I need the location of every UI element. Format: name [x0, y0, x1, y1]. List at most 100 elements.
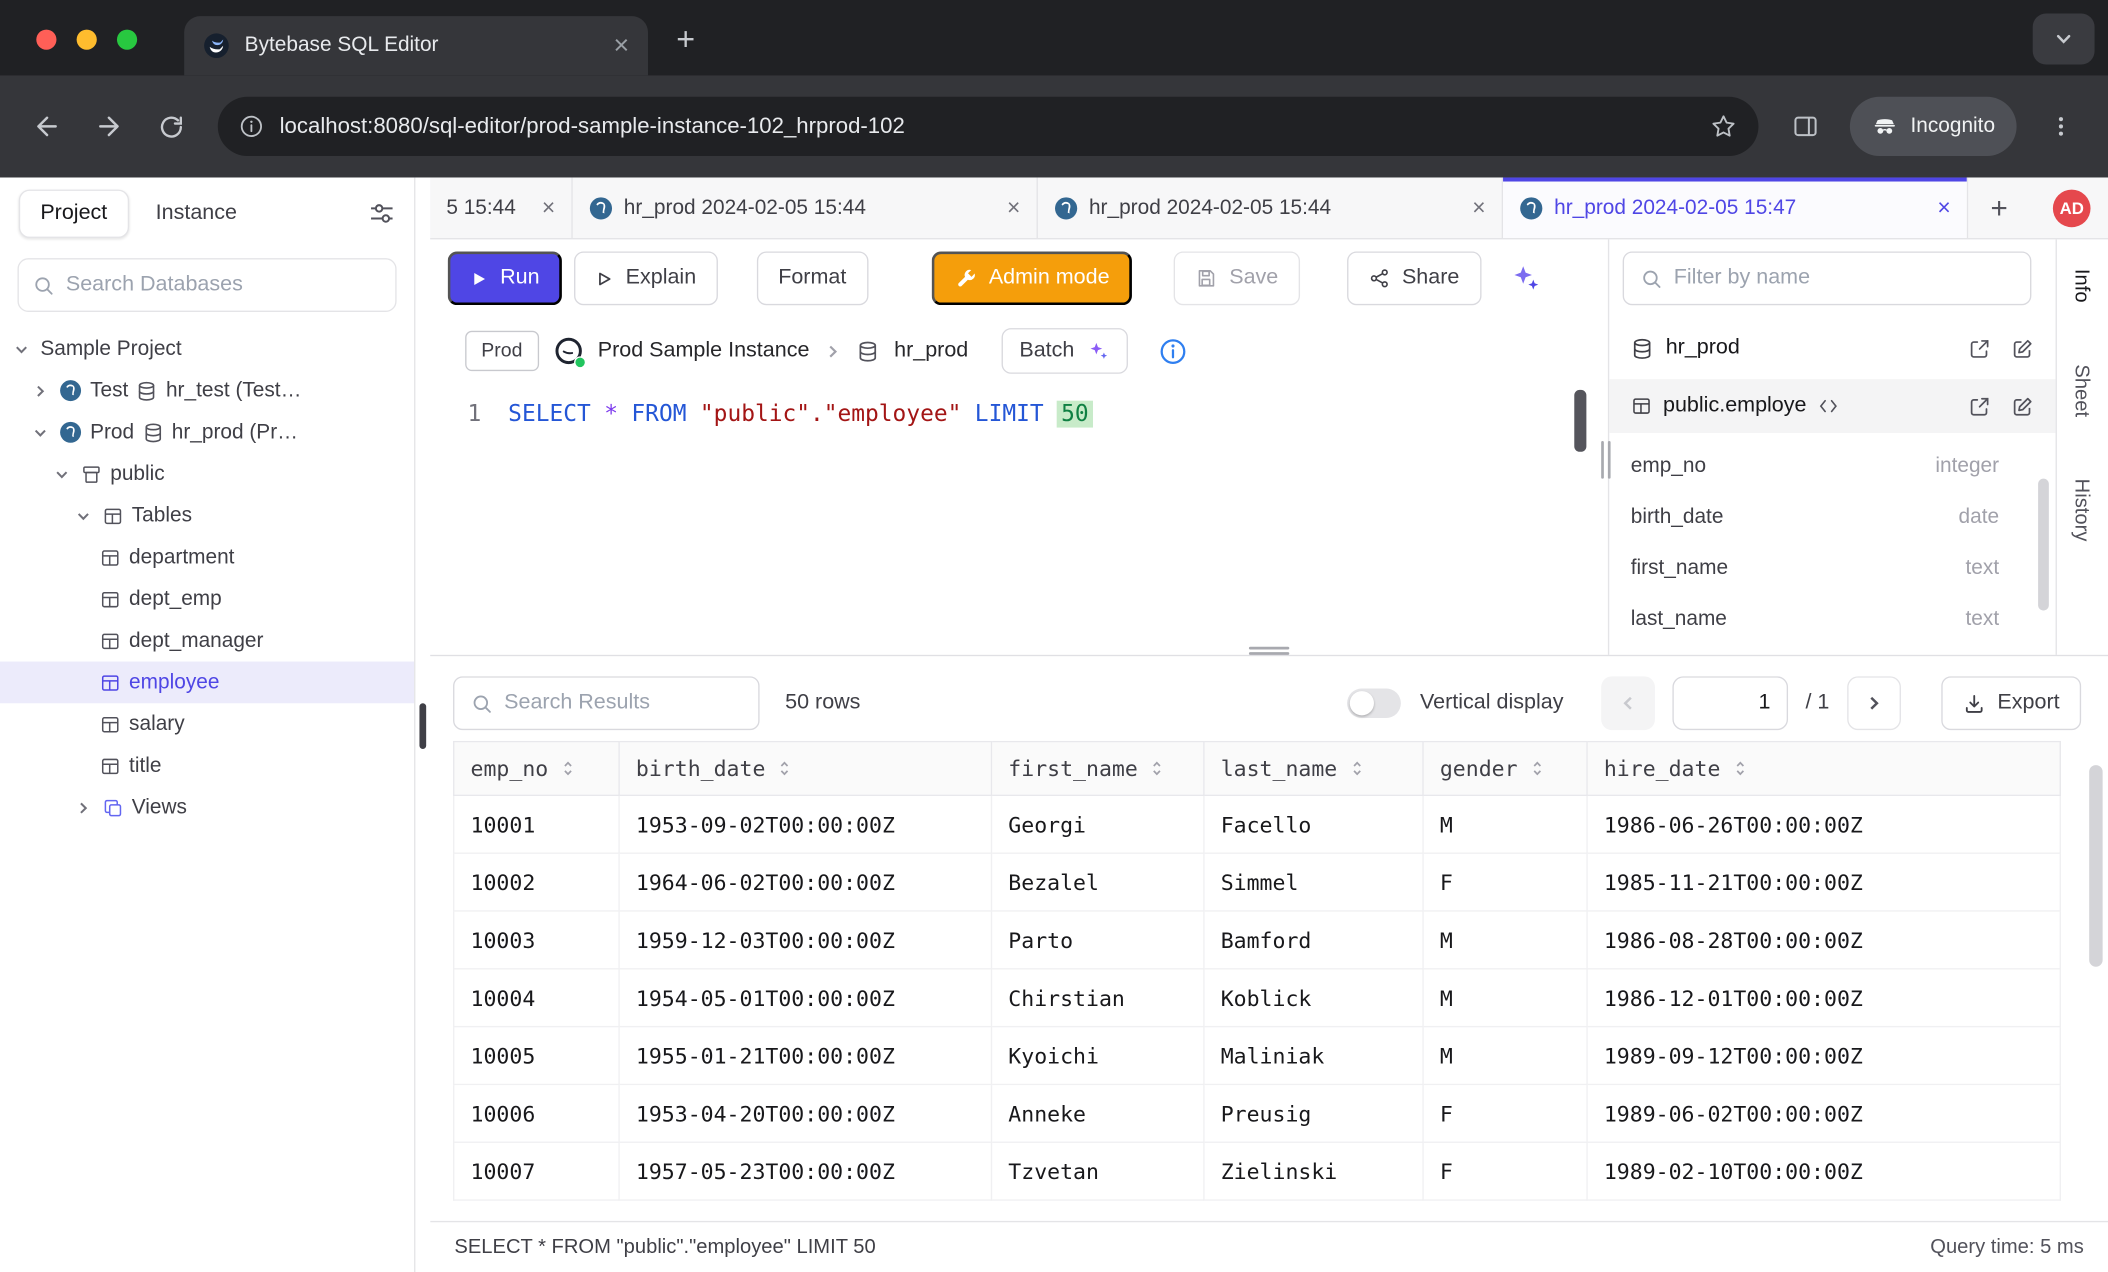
sort-icon[interactable]	[1733, 760, 1748, 777]
window-close-button[interactable]	[36, 30, 56, 50]
environment-chip[interactable]: Prod	[465, 331, 538, 371]
column-row[interactable]: first_name text	[1631, 543, 2034, 594]
tree-item-salary[interactable]: salary	[0, 703, 414, 745]
results-resize-handle[interactable]	[430, 655, 2108, 666]
column-header[interactable]: last_name	[1204, 742, 1423, 796]
tab-close-icon[interactable]: ×	[1937, 196, 1950, 219]
url-text[interactable]: localhost:8080/sql-editor/prod-sample-in…	[280, 114, 1694, 140]
external-link-icon[interactable]	[1968, 337, 1991, 360]
tree-item-dept-manager[interactable]: dept_manager	[0, 620, 414, 662]
site-info-icon[interactable]	[239, 114, 263, 138]
page-number-input[interactable]	[1672, 676, 1788, 730]
tab-close-icon[interactable]: ×	[542, 196, 555, 219]
tree-item-sample-project[interactable]: Sample Project	[0, 328, 414, 370]
next-page-button[interactable]	[1847, 676, 1901, 730]
database-search[interactable]	[17, 258, 396, 312]
forward-button[interactable]	[83, 101, 134, 152]
results-search-input[interactable]	[504, 691, 742, 715]
database-search-input[interactable]	[66, 273, 382, 297]
tree-item-title[interactable]: title	[0, 745, 414, 787]
panel-resize-grip[interactable]	[1601, 441, 1616, 479]
editor-tab-truncated[interactable]: 5 15:44 ×	[430, 177, 573, 238]
column-row[interactable]: emp_no integer	[1631, 441, 2034, 492]
tree-item-tables[interactable]: Tables	[0, 495, 414, 537]
table-row[interactable]: 100011953-09-02T00:00:00ZGeorgiFacelloM1…	[454, 795, 2061, 853]
resize-grip[interactable]	[419, 703, 426, 749]
editor-tab-active[interactable]: hr_prod 2024-02-05 15:47 ×	[1503, 177, 1968, 238]
window-zoom-button[interactable]	[117, 30, 137, 50]
table-row[interactable]: 100021964-06-02T00:00:00ZBezalelSimmelF1…	[454, 853, 2061, 911]
sort-icon[interactable]	[1349, 760, 1364, 777]
editor-scrollbar[interactable]	[1574, 390, 1586, 452]
sidebar-resize-handle[interactable]	[414, 177, 430, 1272]
url-bar[interactable]: localhost:8080/sql-editor/prod-sample-in…	[218, 97, 1759, 156]
info-circle-icon[interactable]	[1159, 337, 1187, 365]
prev-page-button[interactable]	[1601, 676, 1655, 730]
browser-tab[interactable]: Bytebase SQL Editor ×	[184, 16, 648, 75]
browser-menu-icon[interactable]	[2035, 101, 2086, 152]
user-avatar[interactable]: AD	[2053, 190, 2091, 228]
explain-button[interactable]: Explain	[575, 251, 718, 305]
vertical-display-toggle[interactable]	[1347, 688, 1401, 718]
table-row[interactable]: 100051955-01-21T00:00:00ZKyoichiMaliniak…	[454, 1027, 2061, 1085]
side-tab-history[interactable]: History	[2070, 479, 2093, 542]
sort-icon[interactable]	[1530, 760, 1545, 777]
table-row[interactable]: 100041954-05-01T00:00:00ZChirstianKoblic…	[454, 969, 2061, 1027]
tab-search-button[interactable]	[2033, 13, 2095, 64]
sql-code-editor[interactable]: 1 SELECT*FROM"public"."employee"LIMIT50	[430, 385, 1608, 655]
tree-item-prod[interactable]: Prod hr_prod (Pr…	[0, 411, 414, 453]
tab-project[interactable]: Project	[19, 190, 129, 238]
save-button[interactable]: Save	[1174, 251, 1300, 305]
tab-close-icon[interactable]: ×	[1007, 196, 1020, 219]
sort-icon[interactable]	[777, 760, 792, 777]
side-tab-info[interactable]: Info	[2070, 269, 2093, 303]
tab-instance[interactable]: Instance	[156, 202, 237, 226]
schema-scrollbar[interactable]	[2038, 479, 2049, 611]
sort-icon[interactable]	[560, 760, 575, 777]
export-button[interactable]: Export	[1941, 676, 2081, 730]
table-row[interactable]: 100031959-12-03T00:00:00ZPartoBamfordM19…	[454, 911, 2061, 969]
add-tab-button[interactable]: +	[1968, 177, 2030, 238]
schema-table-row[interactable]: public.employe	[1609, 379, 2055, 433]
column-header[interactable]: hire_date	[1587, 742, 2060, 796]
column-header[interactable]: gender	[1423, 742, 1587, 796]
table-row[interactable]: 100071957-05-23T00:00:00ZTzvetanZielinsk…	[454, 1142, 2061, 1200]
reload-button[interactable]	[145, 101, 196, 152]
resize-grip[interactable]	[1249, 647, 1289, 655]
side-panel-icon[interactable]	[1780, 101, 1831, 152]
results-search[interactable]	[453, 676, 760, 730]
tree-item-public[interactable]: public	[0, 453, 414, 495]
window-minimize-button[interactable]	[77, 30, 97, 50]
results-scrollbar[interactable]	[2089, 765, 2102, 967]
tree-item-dept-emp[interactable]: dept_emp	[0, 578, 414, 620]
code-brackets-icon[interactable]	[1817, 395, 1839, 417]
ai-sparkle-icon[interactable]	[1509, 262, 1541, 294]
edit-icon[interactable]	[2011, 337, 2034, 360]
tree-item-department[interactable]: department	[0, 536, 414, 578]
table-row[interactable]: 100061953-04-20T00:00:00ZAnnekePreusigF1…	[454, 1084, 2061, 1142]
database-name[interactable]: hr_prod	[894, 339, 968, 363]
column-header[interactable]: first_name	[991, 742, 1203, 796]
external-link-icon[interactable]	[1968, 395, 1991, 418]
filter-by-name-input[interactable]	[1674, 266, 2014, 290]
editor-tab-2[interactable]: hr_prod 2024-02-05 15:44 ×	[1038, 177, 1503, 238]
instance-name[interactable]: Prod Sample Instance	[598, 339, 810, 363]
back-button[interactable]	[22, 101, 73, 152]
edit-icon[interactable]	[2011, 395, 2034, 418]
bookmark-star-icon[interactable]	[1710, 113, 1737, 140]
filter-by-name[interactable]	[1623, 251, 2032, 305]
column-row[interactable]: last_name text	[1631, 594, 2034, 645]
column-header[interactable]: emp_no	[454, 742, 619, 796]
batch-button[interactable]: Batch	[1002, 328, 1128, 374]
column-header[interactable]: birth_date	[619, 742, 991, 796]
tree-item-test[interactable]: Test hr_test (Test…	[0, 370, 414, 412]
admin-mode-button[interactable]: Admin mode	[931, 251, 1132, 305]
share-button[interactable]: Share	[1347, 251, 1481, 305]
tree-item-views[interactable]: Views	[0, 787, 414, 829]
side-tab-sheet[interactable]: Sheet	[2070, 364, 2093, 417]
sort-icon[interactable]	[1150, 760, 1165, 777]
sql-statement[interactable]: SELECT*FROM"public"."employee"LIMIT50	[508, 401, 1092, 655]
schema-database-row[interactable]: hr_prod	[1609, 317, 2055, 379]
column-row[interactable]: birth_date date	[1631, 492, 2034, 543]
tab-close-icon[interactable]: ×	[1472, 196, 1485, 219]
